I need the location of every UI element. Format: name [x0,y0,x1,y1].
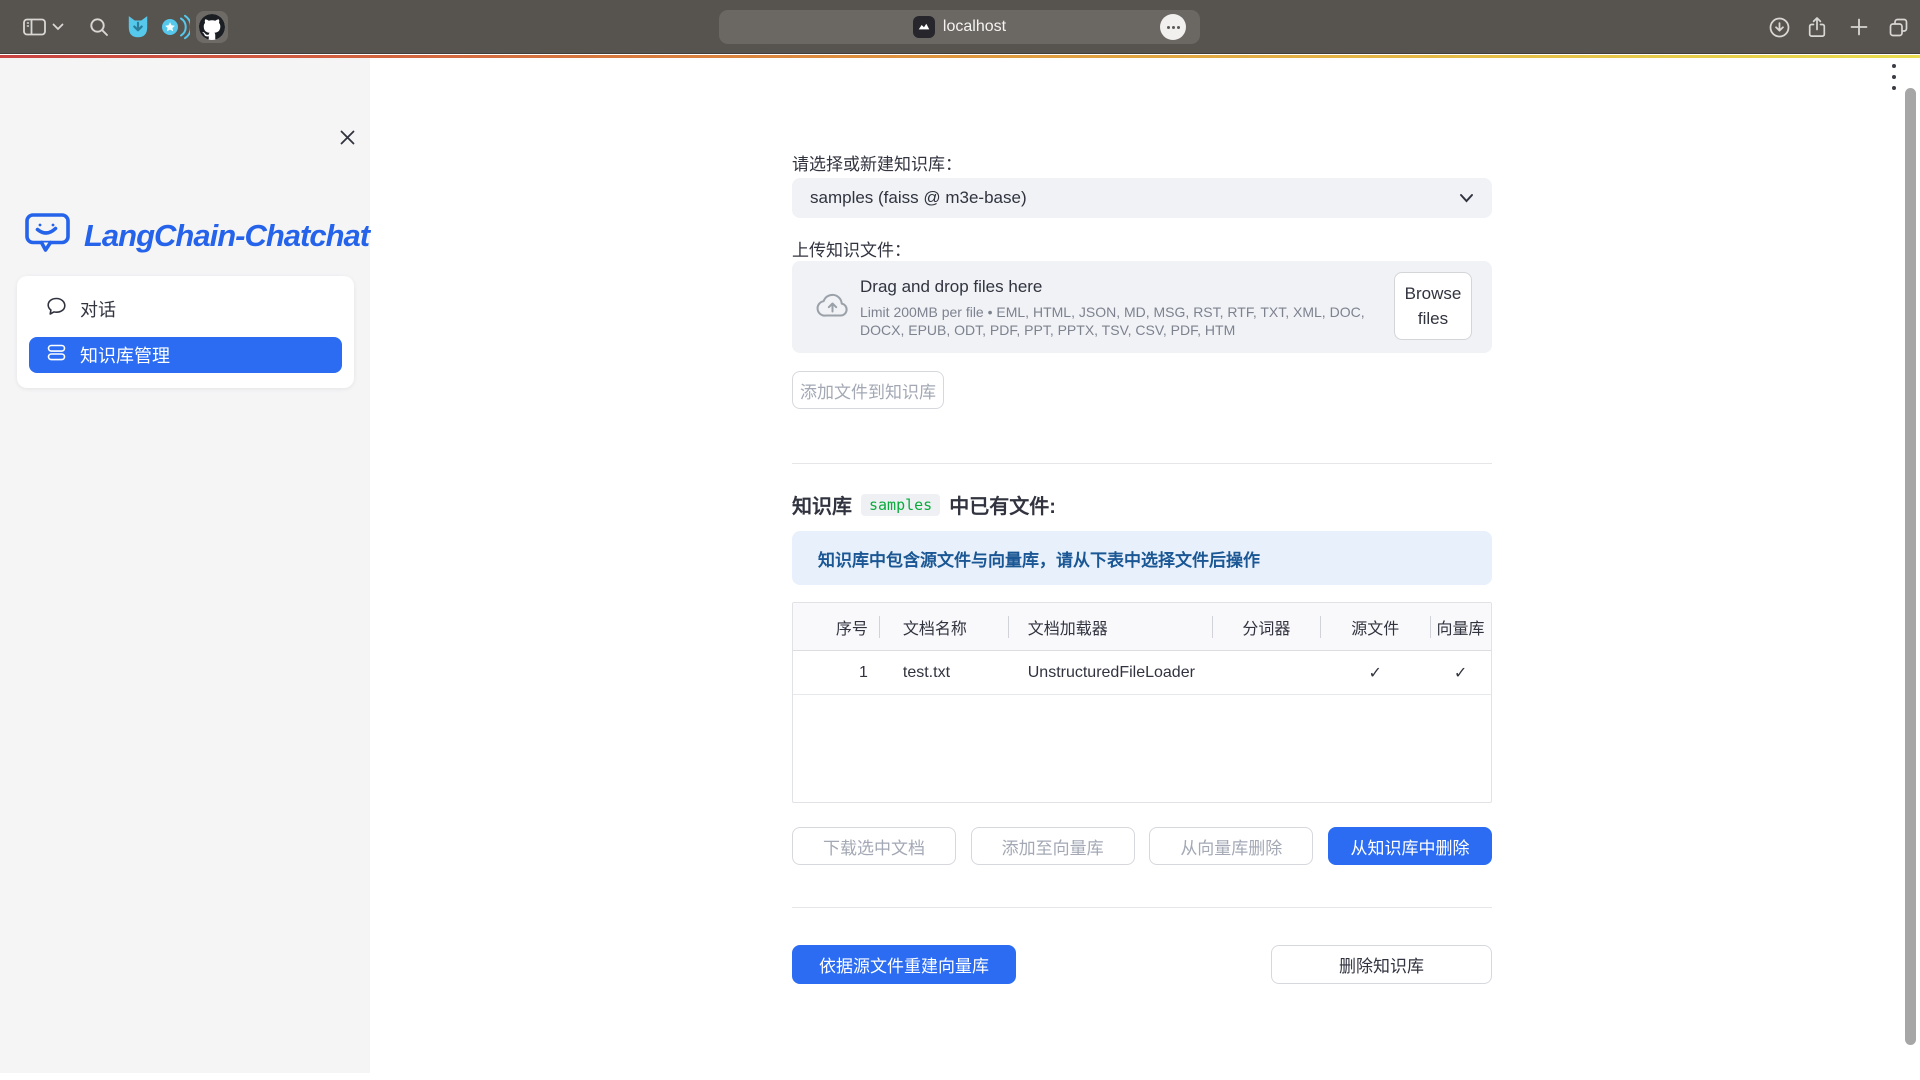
nav-item-label: 知识库管理 [80,342,170,368]
table-header-row: 序号 文档名称 文档加载器 分词器 源文件 向量库 [793,603,1491,651]
browse-files-button[interactable]: Browse files [1394,272,1472,340]
kb-select-value: samples (faiss @ m3e-base) [810,188,1027,208]
share-icon[interactable] [1802,0,1832,54]
sidebar: LangChain-Chatchat 对话 知识库管理 [0,58,370,1073]
cell-name: test.txt [879,651,1008,694]
kb-action-buttons: 依据源文件重建向量库 删除知识库 [792,945,1492,984]
logo-text: LangChain-Chatchat [84,218,369,254]
cell-splitter [1212,651,1320,694]
col-header-loader: 文档加载器 [1008,603,1213,650]
files-section-heading: 知识库 samples 中已有文件: [792,490,1056,519]
cell-loader: UnstructuredFileLoader [1008,651,1213,694]
col-header-source: 源文件 [1320,603,1430,650]
delete-kb-button[interactable]: 删除知识库 [1271,945,1492,984]
github-extension-icon[interactable] [196,11,228,43]
chevron-down-icon [1459,193,1474,203]
extensions-menu-icon[interactable] [1160,14,1186,40]
url-text: localhost [943,18,1006,36]
files-table: 序号 文档名称 文档加载器 分词器 源文件 向量库 1 test.txt Uns… [792,602,1492,803]
site-favicon [913,16,935,38]
sidebar-close-icon[interactable] [334,124,360,150]
sidebar-nav: 对话 知识库管理 [17,276,354,388]
scrollbar-thumb[interactable] [1905,88,1916,1045]
divider [792,463,1492,464]
remove-from-vector-button[interactable]: 从向量库删除 [1149,827,1313,865]
tab-overview-icon[interactable] [1882,0,1914,54]
file-action-buttons: 下载选中文档 添加至向量库 从向量库删除 从知识库中删除 [792,827,1492,865]
add-to-vector-button[interactable]: 添加至向量库 [971,827,1135,865]
chevron-down-icon[interactable] [50,0,66,54]
cell-source-check: ✓ [1320,651,1430,694]
downloads-icon[interactable] [1764,0,1794,54]
col-header-index: 序号 [793,603,879,650]
upload-label: 上传知识文件： [792,236,911,261]
file-dropzone[interactable]: Drag and drop files here Limit 200MB per… [792,261,1492,353]
search-icon[interactable] [84,0,114,54]
info-banner: 知识库中包含源文件与向量库，请从下表中选择文件后操作 [792,531,1492,585]
nav-item-kb-management[interactable]: 知识库管理 [29,337,342,373]
app-logo: LangChain-Chatchat [24,212,369,259]
logo-chat-icon [24,212,74,259]
downloader-extension-icon[interactable] [122,0,154,54]
rebuild-vector-store-button[interactable]: 依据源文件重建向量库 [792,945,1016,984]
kb-name-code: samples [861,494,940,516]
heading-suffix: 中已有文件: [949,490,1056,519]
table-row[interactable]: 1 test.txt UnstructuredFileLoader ✓ ✓ [793,651,1491,695]
address-bar[interactable]: localhost [719,10,1200,44]
kb-select-label: 请选择或新建知识库： [792,150,962,175]
media-extension-icon[interactable] [158,0,192,54]
divider [792,907,1492,908]
new-tab-icon[interactable] [1844,0,1874,54]
info-text: 知识库中包含源文件与向量库，请从下表中选择文件后操作 [818,546,1260,571]
col-header-splitter: 分词器 [1212,603,1320,650]
sidebar-toggle-icon[interactable] [20,0,48,54]
delete-from-kb-button[interactable]: 从知识库中删除 [1328,827,1492,865]
heading-prefix: 知识库 [792,490,852,519]
col-header-vector: 向量库 [1430,603,1491,650]
nav-item-chat[interactable]: 对话 [29,291,342,327]
cell-vector-check: ✓ [1430,651,1491,694]
col-header-name: 文档名称 [879,603,1008,650]
knowledge-base-icon [46,342,67,368]
download-selected-button[interactable]: 下载选中文档 [792,827,956,865]
cell-index: 1 [793,651,879,694]
browser-toolbar: localhost [0,0,1920,54]
kb-select-dropdown[interactable]: samples (faiss @ m3e-base) [792,178,1492,218]
chat-bubble-icon [46,296,67,322]
nav-item-label: 对话 [80,296,116,322]
cloud-upload-icon [814,288,851,330]
add-files-to-kb-button[interactable]: 添加文件到知识库 [792,371,944,409]
streamlit-menu-icon[interactable] [1886,64,1902,90]
dropzone-limit-text: Limit 200MB per file • EML, HTML, JSON, … [860,303,1375,339]
dropzone-title: Drag and drop files here [860,277,1042,297]
